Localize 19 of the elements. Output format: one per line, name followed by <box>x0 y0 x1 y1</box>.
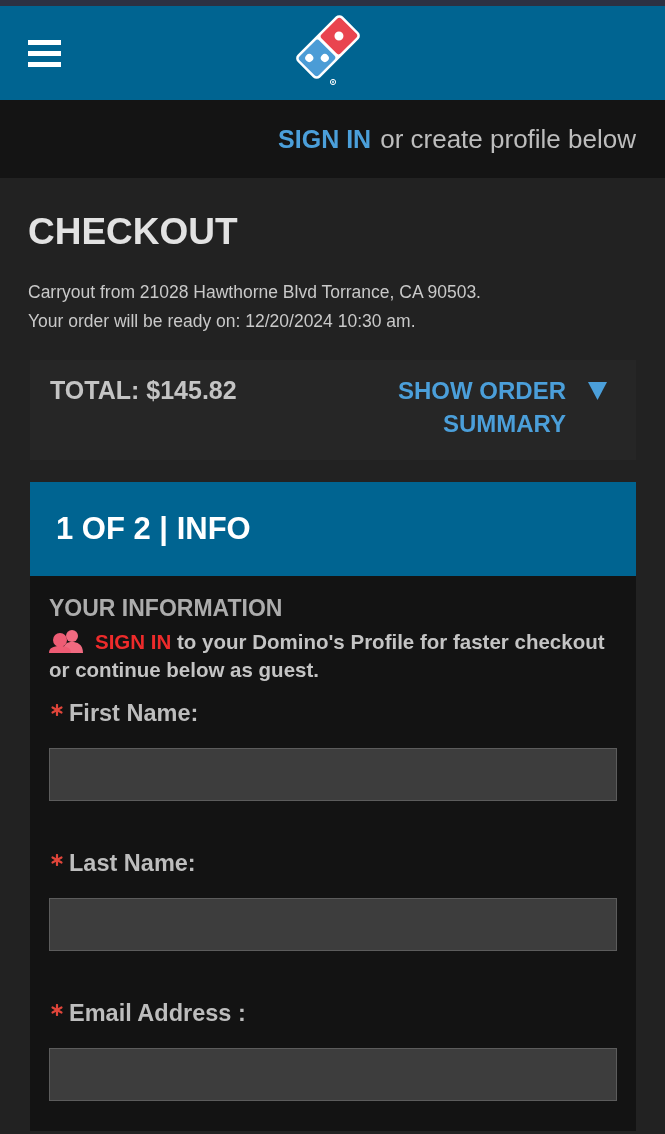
order-detail-text: Carryout from 21028 Hawthorne Blvd Torrance, CA 90503. <box>28 281 482 304</box>
section-heading: YOUR INFORMATION <box>49 594 284 623</box>
input-field[interactable] <box>49 1048 617 1101</box>
field-label: Last Name: <box>69 849 196 877</box>
order-summary-toggle[interactable]: SHOW ORDER SUMMARY <box>396 374 607 440</box>
input-field[interactable] <box>49 748 617 801</box>
sign-in-prompt: SIGN IN to your Domino's Profile for faster checkout or continue below as guest. <box>49 629 606 683</box>
sign-in-link[interactable]: SIGN IN <box>278 124 372 154</box>
order-detail-text: Your order will be ready on: 12/20/2024 10:30 am. <box>28 310 417 333</box>
field-label: First Name: <box>69 699 199 727</box>
create-profile-text: or create profile below <box>380 123 636 155</box>
input-field[interactable] <box>49 898 617 951</box>
menu-icon[interactable] <box>28 40 61 67</box>
step-header: 1 OF 2 | INFO <box>30 482 636 576</box>
page-title: CHECKOUT <box>28 210 239 254</box>
people-icon <box>49 630 83 653</box>
sign-in-link[interactable]: SIGN IN <box>95 630 172 653</box>
field-label: Email Address : <box>69 999 246 1027</box>
total-amount: TOTAL: $145.82 <box>50 375 237 406</box>
